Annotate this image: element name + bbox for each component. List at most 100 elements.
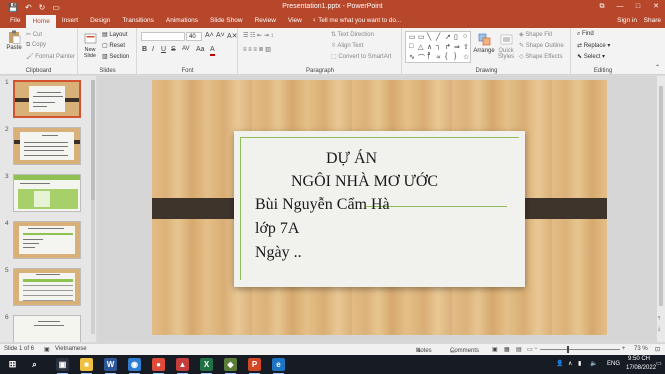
bold-button[interactable]: B [142,46,147,53]
select-button[interactable]: ⬉ Select ▾ [577,53,605,60]
windows-start-icon[interactable]: ⊞ [6,358,19,371]
ribbon-display-icon[interactable]: ⧉ [593,0,611,14]
bullets-icon[interactable]: ☰ ☷ ⇤ ⇥ ↕ [243,32,273,39]
network-icon[interactable]: ▮ [578,360,581,367]
zoom-slider[interactable] [540,346,620,353]
shape-option-icon[interactable]: ∿ [409,53,415,61]
shape-effects-button[interactable]: ◇ Shape Effects [519,53,563,60]
search-icon[interactable]: ⌕ [28,358,41,371]
close-button[interactable]: ✕ [647,0,665,14]
reset-button[interactable]: ▢ Reset [102,42,125,49]
spellcheck-icon[interactable]: ▣ [44,346,50,353]
font-name-input[interactable] [141,32,185,41]
tray-chevron-icon[interactable]: ∧ [568,360,572,367]
input-language[interactable]: ENG [607,361,620,367]
tab-slide-show[interactable]: Slide Show [204,14,249,28]
italic-button[interactable]: I [152,46,154,53]
tell-me-search[interactable]: ♀ Tell me what you want to do... [312,14,401,28]
zoom-out-icon[interactable]: − [534,346,538,352]
task-view-taskbar-icon[interactable]: ▣ [56,358,69,374]
shape-option-icon[interactable]: ╲ [427,33,431,41]
share-button[interactable]: Share [644,14,661,28]
save-icon[interactable]: 💾 [8,3,18,12]
char-spacing-button[interactable]: AV [182,46,190,52]
volume-icon[interactable]: 🔈 [590,360,597,367]
slide-thumbnail[interactable]: 2 [0,126,96,166]
next-slide-icon[interactable]: ⤓ [658,326,660,332]
language-indicator[interactable]: Vietnamese [55,346,87,352]
slide-sorter-icon[interactable]: ▦ [504,346,510,353]
font-size-input[interactable]: 40 [186,32,202,41]
slide-subtitle-name[interactable]: Bùi Nguyễn Cẩm Hà [255,196,390,214]
slideshow-view-icon[interactable]: ▭ [527,346,533,353]
shape-option-icon[interactable]: } [454,53,456,60]
shape-option-icon[interactable]: ⳨ [427,53,430,61]
slide-thumbnail[interactable]: 3 [0,173,96,213]
layout-button[interactable]: ▤ Layout [102,31,127,38]
slide-subtitle-class[interactable]: lớp 7A [255,220,299,238]
maximize-button[interactable]: □ [629,0,647,14]
copy-button[interactable]: ⧉ Copy [26,42,46,49]
tab-home[interactable]: Home [26,15,56,28]
files-taskbar-icon[interactable]: ■ [80,358,93,374]
find-button[interactable]: ⌕ Find [577,31,594,38]
section-button[interactable]: ▥ Section [102,53,129,60]
sign-in-link[interactable]: Sign in [617,14,637,28]
zoom-in-icon[interactable]: + [622,346,626,352]
fit-slide-icon[interactable]: ⊡ [655,346,660,353]
shape-option-icon[interactable]: { [445,53,447,60]
app-taskbar-icon[interactable]: ◆ [224,358,237,374]
shape-option-icon[interactable]: ○ [463,33,467,40]
tab-review[interactable]: Review [249,14,282,28]
thumbnail-scrollbar[interactable] [91,80,95,334]
zoom-level[interactable]: 73 % [634,346,648,352]
shape-option-icon[interactable]: ┐ [436,43,441,50]
shape-option-icon[interactable]: △ [418,43,423,51]
slide-thumbnail[interactable]: 1 [0,79,96,119]
tab-design[interactable]: Design [84,14,116,28]
prev-slide-icon[interactable]: ⤒ [658,316,660,322]
slide-thumbnail[interactable]: 4 [0,220,96,260]
shape-option-icon[interactable]: ▭ [418,33,425,41]
tab-view[interactable]: View [282,14,308,28]
slide-thumbnail[interactable]: 5 [0,267,96,307]
clock-date[interactable]: 17/08/2022 [626,365,656,371]
tab-file[interactable]: File [4,14,26,28]
shrink-font-button[interactable]: A˅ [216,32,225,39]
media-taskbar-icon[interactable]: ▲ [176,358,189,374]
shape-option-icon[interactable]: ╱ [436,33,440,41]
slide-title-line1[interactable]: DỰ ÁN [326,150,377,168]
shape-option-icon[interactable]: ▭ [409,33,416,41]
notifications-icon[interactable]: ▭ [656,360,662,367]
shape-option-icon[interactable]: ↗ [445,33,451,41]
font-color-button[interactable]: A [210,46,215,56]
undo-icon[interactable]: ↶ [25,3,32,12]
excel-taskbar-icon[interactable]: X [200,358,213,374]
grow-font-button[interactable]: A˄ [205,32,214,39]
underline-button[interactable]: U [161,46,166,53]
align-text-button[interactable]: ⇳ Align Text [331,42,363,49]
shape-option-icon[interactable]: ☆ [463,53,469,61]
tab-transitions[interactable]: Transitions [116,14,160,28]
clock-time[interactable]: 9:50 CH [628,356,650,362]
browser-taskbar-icon[interactable]: ◉ [128,358,141,374]
tab-animations[interactable]: Animations [160,14,204,28]
shape-outline-button[interactable]: ✎ Shape Outline [519,42,564,49]
paste-button[interactable]: Paste [3,30,25,51]
slide-title-line2[interactable]: NGÔI NHÀ MƠ ƯỚC [291,173,438,191]
present-from-start-icon[interactable]: ▭ [52,3,60,12]
quick-styles-button[interactable]: Quick Styles [496,33,516,60]
text-direction-button[interactable]: ⇅ Text Direction [331,31,374,38]
shape-option-icon[interactable]: □ [409,43,413,50]
cut-button[interactable]: ✂ Cut [26,31,42,38]
align-icons[interactable]: ≡ ≡ ≡ ≣ ▥ [243,46,271,53]
slide-subtitle-date[interactable]: Ngày .. [255,244,302,262]
shape-option-icon[interactable]: ⌒ [418,53,425,63]
current-slide[interactable]: DỰ ÁN NGÔI NHÀ MƠ ƯỚC Bùi Nguyễn Cẩm Hà … [152,80,607,335]
vertical-scrollbar[interactable]: ⤒ ⤓ [657,76,665,342]
replace-button[interactable]: ⇄ Replace ▾ [577,42,610,49]
normal-view-icon[interactable]: ▣ [492,346,498,353]
clear-format-button[interactable]: A✕ [227,32,238,40]
word-taskbar-icon[interactable]: W [104,358,117,374]
shape-option-icon[interactable]: ⇒ [454,43,460,51]
